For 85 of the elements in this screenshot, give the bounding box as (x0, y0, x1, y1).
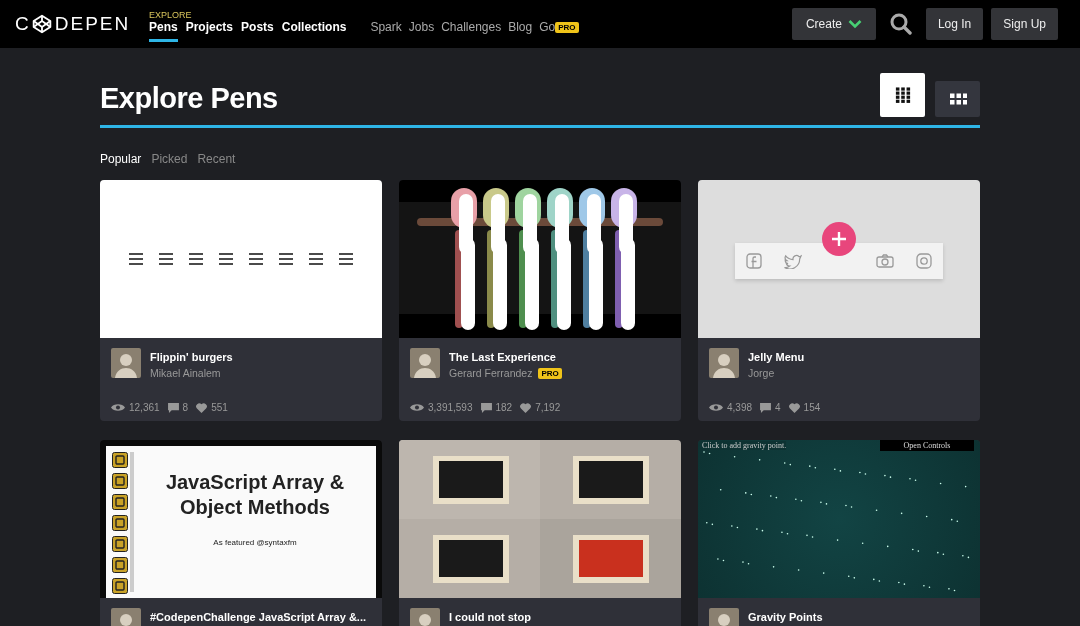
square-icon (112, 473, 128, 489)
view-count: 3,391,593 (428, 402, 473, 413)
preview-background[interactable] (399, 180, 681, 338)
square-icon (746, 253, 762, 269)
eye-icon (709, 403, 723, 412)
hint-text: Click to add gravity point. (702, 441, 787, 450)
cube-logo-icon (31, 14, 52, 34)
square-icon (112, 452, 128, 468)
nav-link[interactable]: Challenges (441, 20, 502, 42)
filter-tab[interactable]: Popular (100, 152, 142, 166)
plus-button-icon (822, 222, 856, 256)
eye-icon (111, 403, 125, 412)
square-icon (112, 536, 128, 552)
author-name[interactable]: Mikael Ainalem (150, 367, 221, 379)
camera-icon (876, 254, 894, 268)
grid-icon (948, 93, 967, 105)
filter-tab[interactable]: Picked (151, 152, 188, 166)
nav-link[interactable]: Collections (281, 20, 347, 42)
nav-link[interactable]: Blog (508, 20, 533, 42)
nav-link[interactable]: Spark (370, 20, 402, 42)
menu-icon (339, 253, 353, 265)
chevron-down-icon (847, 19, 862, 29)
nav-link[interactable]: Posts (241, 20, 274, 42)
like-count: 551 (211, 402, 228, 413)
like-count: 7,192 (535, 402, 561, 413)
avatar[interactable] (111, 348, 141, 378)
square-icon (112, 557, 128, 573)
pen-title[interactable]: #CodepenChallenge JavaScript Array &... (150, 611, 366, 623)
open-controls-button[interactable]: Open Controls (880, 440, 974, 451)
comment-count: 8 (182, 402, 189, 413)
pro-badge: PRO (555, 21, 579, 33)
page-title: Explore Pens (100, 82, 278, 115)
pen-title[interactable]: The Last Experience (449, 351, 562, 363)
menu-icon (219, 253, 233, 265)
like-count: 154 (803, 402, 821, 413)
square-icon (112, 515, 128, 531)
eye-icon (410, 403, 424, 412)
square-icon (112, 494, 128, 510)
menu-icon (129, 253, 143, 265)
grid-toggle[interactable] (935, 81, 980, 117)
menu-icon (309, 253, 323, 265)
pen-title[interactable]: Jelly Menu (748, 351, 805, 363)
bird-icon (784, 253, 802, 269)
menu-icon (189, 253, 203, 265)
pen-title[interactable]: Gravity Points (748, 611, 823, 623)
nav-link[interactable]: Jobs (408, 20, 435, 42)
section-label: EXPLORE (149, 10, 193, 20)
signup-button[interactable]: Sign Up (991, 8, 1058, 40)
avatar[interactable] (709, 348, 739, 378)
pro-badge: PRO (538, 367, 562, 379)
dense-grid-icon (894, 86, 911, 104)
view-count: 4,398 (727, 402, 753, 413)
menu-icon (249, 253, 263, 265)
comment-count: 182 (495, 402, 513, 413)
comment-icon (480, 402, 492, 413)
nav-link[interactable]: Pens (149, 20, 178, 42)
preview-background[interactable]: Click to add gravity point. Open Controls (698, 440, 980, 598)
logo-text: C (15, 13, 31, 35)
logo-text: DEPEN (54, 13, 131, 35)
comment-count: 4 (775, 402, 781, 413)
view-count: 12,361 (129, 402, 160, 413)
avatar[interactable] (410, 348, 440, 378)
filter-tab[interactable]: Recent (197, 152, 236, 166)
preview-background[interactable]: JavaScript Array & Object Methods As featured @syntaxfm (100, 440, 382, 598)
heart-icon (520, 402, 532, 413)
author-name[interactable]: Jorge (748, 367, 775, 379)
nav-link[interactable]: Go (539, 20, 556, 42)
create-button[interactable]: Create (791, 8, 876, 40)
square-icon (112, 578, 128, 594)
comment-icon (167, 402, 179, 413)
menu-icon (159, 253, 173, 265)
search-icon[interactable] (889, 13, 912, 35)
slide-heading: JavaScript Array & Object Methods (164, 470, 346, 520)
heart-icon (196, 402, 208, 413)
circle-square-icon (916, 253, 932, 269)
login-button[interactable]: Log In (925, 8, 984, 40)
pen-title[interactable]: Flippin' burgers (150, 351, 233, 363)
comment-icon (760, 402, 772, 413)
pen-title[interactable]: I could not stop (449, 611, 531, 623)
heart-icon (788, 402, 800, 413)
slide-caption: As featured @syntaxfm (213, 538, 297, 547)
menu-icon (279, 253, 293, 265)
author-name[interactable]: Gerard Ferrandez (449, 367, 533, 379)
nav-link[interactable]: Projects (185, 20, 234, 42)
dense-grid-toggle[interactable] (880, 73, 925, 117)
